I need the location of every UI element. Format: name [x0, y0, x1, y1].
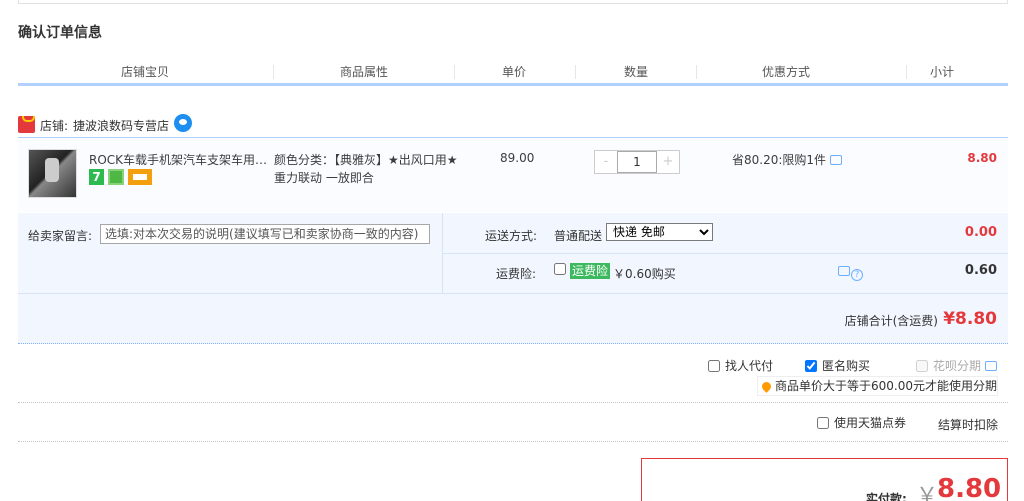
shipping-method: 普通配送 — [554, 229, 603, 243]
shipping-select[interactable]: 快递 免邮 — [606, 223, 713, 241]
column-shop-item: 店铺宝贝 — [121, 65, 170, 79]
insurance-fee: 0.60 — [964, 263, 997, 278]
discount-detail-icon[interactable] — [830, 155, 843, 165]
discount-text: 省80.20:限购1件 — [732, 153, 827, 167]
quantity-stepper: - + — [594, 150, 680, 174]
guarantee-badge-icon[interactable] — [108, 169, 124, 185]
shop-total-value: ¥8.80 — [943, 309, 997, 329]
message-to-seller-input[interactable] — [100, 224, 430, 244]
shipping-label: 运送方式: — [485, 229, 538, 243]
unit-price: 89.00 — [500, 151, 535, 165]
seven-day-return-badge[interactable]: 7 — [89, 169, 104, 185]
previous-panel-edge — [18, 0, 1008, 4]
installment-option[interactable]: 花呗分期 — [916, 357, 998, 375]
order-extras-panel: 给卖家留言: 运送方式: 普通配送 快递 免邮 0.00 运费险: 运费险 ￥0… — [18, 213, 1008, 344]
shop-total-label: 店铺合计(含运费) — [844, 314, 938, 328]
installment-tip-text: 商品单价大于等于600.00元才能使用分期 — [775, 379, 997, 393]
column-unit-price: 单价 — [502, 65, 527, 79]
location-pin-icon — [760, 380, 773, 393]
quantity-minus-button[interactable]: - — [595, 151, 617, 173]
product-title-link[interactable]: ROCK车载手机架汽车支架车用… — [89, 151, 269, 168]
insurance-chat-icon[interactable] — [838, 266, 850, 276]
anonymous-purchase-option[interactable]: 匿名购买 — [805, 357, 870, 375]
payment-summary: 实付款: ￥ 8.80 — [641, 458, 1008, 501]
column-quantity: 数量 — [624, 65, 649, 79]
installment-info-icon[interactable] — [985, 361, 998, 371]
item-subtotal: 8.80 — [967, 151, 997, 165]
installment-tip: 商品单价大于等于600.00元才能使用分期 — [757, 376, 998, 396]
shipping-fee: 0.00 — [964, 225, 997, 240]
quantity-input[interactable] — [617, 151, 657, 173]
insurance-label: 运费险: — [496, 267, 537, 281]
column-header: 店铺宝贝 商品属性 单价 数量 优惠方式 小计 — [18, 62, 1008, 86]
tmall-coupon-checkbox[interactable] — [817, 417, 829, 429]
quantity-plus-button[interactable]: + — [657, 151, 679, 173]
installment-label: 花呗分期 — [933, 359, 982, 373]
product-attributes: 颜色分类：【典雅灰】★出风口用★重力联动 一放即合 — [274, 153, 458, 185]
coupon-note: 结算时扣除 — [937, 418, 998, 432]
page-title: 确认订单信息 — [18, 25, 102, 41]
tmall-coupon-option[interactable]: 使用天猫点券 — [817, 414, 906, 431]
tmall-coupon-label: 使用天猫点券 — [834, 416, 907, 430]
product-thumbnail[interactable] — [28, 149, 77, 198]
credit-card-badge-icon[interactable] — [128, 169, 152, 185]
column-discount: 优惠方式 — [762, 65, 811, 79]
shop-name-link[interactable]: 捷波浪数码专营店 — [73, 117, 169, 134]
payment-currency: ￥ — [916, 484, 939, 501]
installment-checkbox[interactable] — [916, 360, 928, 372]
anonymous-purchase-label: 匿名购买 — [822, 359, 871, 373]
wangwang-chat-icon[interactable] — [174, 114, 192, 132]
proxy-pay-label: 找人代付 — [725, 359, 774, 373]
insurance-tag: 运费险 — [570, 263, 611, 279]
tmall-shop-icon — [18, 116, 35, 133]
proxy-pay-option[interactable]: 找人代付 — [708, 357, 773, 375]
column-subtotal: 小计 — [930, 65, 955, 79]
payment-amount: 8.80 — [937, 474, 1002, 501]
payment-label: 实付款: — [866, 492, 907, 501]
message-label: 给卖家留言: — [28, 229, 93, 243]
shop-label: 店铺: — [40, 119, 69, 133]
order-item-row: ROCK车载手机架汽车支架车用… 7 颜色分类：【典雅灰】★出风口用★重力联动 … — [18, 137, 1008, 212]
anonymous-purchase-checkbox[interactable] — [805, 360, 817, 372]
discount-info: 省80.20:限购1件 — [732, 151, 843, 168]
insurance-help-icon[interactable]: ? — [851, 269, 863, 281]
insurance-icons: ? — [834, 264, 863, 281]
insurance-checkbox[interactable] — [554, 263, 566, 275]
insurance-price: ￥0.60购买 — [613, 267, 676, 281]
column-attributes: 商品属性 — [340, 65, 389, 79]
proxy-pay-checkbox[interactable] — [708, 360, 720, 372]
